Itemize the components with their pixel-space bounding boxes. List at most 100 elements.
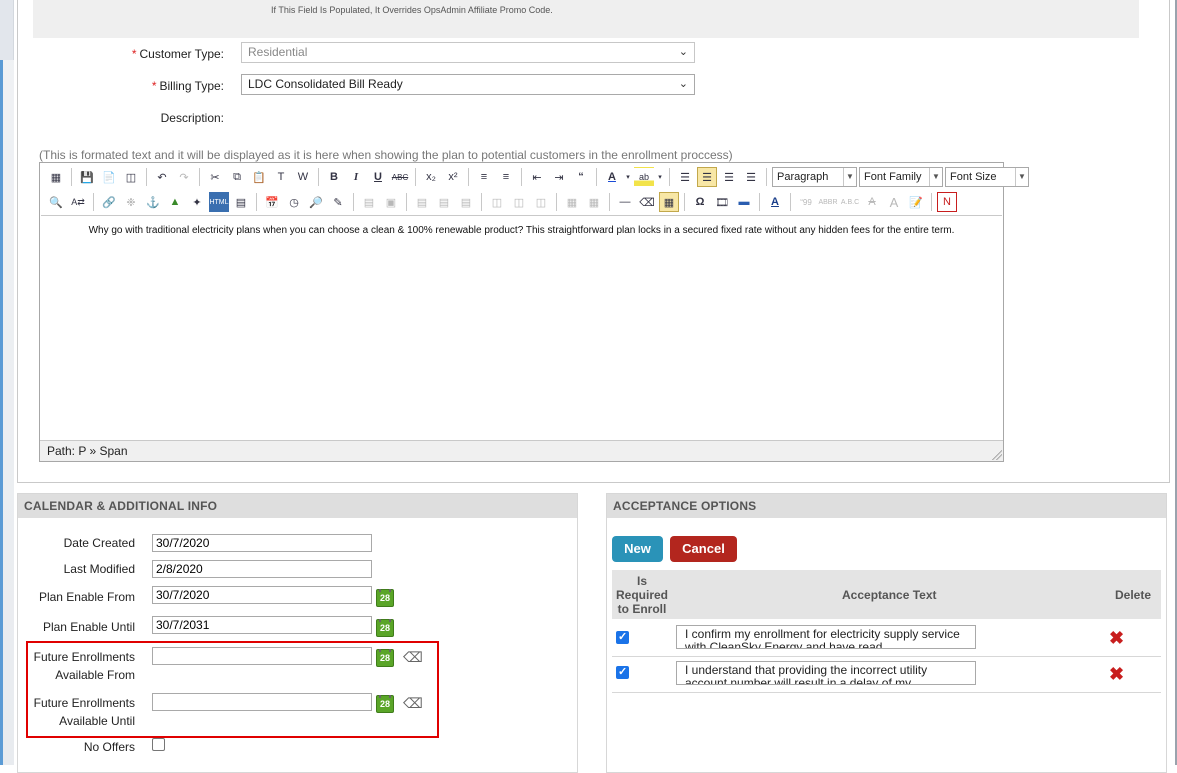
col-required-line-3: to Enroll [617, 602, 667, 616]
calendar-icon[interactable]: 28 [376, 695, 394, 713]
insertion-icon[interactable]: A [884, 192, 904, 212]
abbreviation-icon[interactable]: ABBR [818, 192, 838, 212]
acceptance-text-field[interactable]: I understand that providing the incorrec… [676, 661, 976, 685]
deletion-icon[interactable]: A [862, 192, 882, 212]
dropdown-arrow-icon[interactable]: ▾ [656, 167, 664, 187]
horizontal-rule-icon[interactable]: — [615, 192, 635, 212]
superscript-icon[interactable]: x² [443, 167, 463, 187]
new-button[interactable]: New [612, 536, 663, 562]
customer-type-value: Residential [248, 45, 308, 59]
plan-enable-from-input[interactable] [152, 586, 372, 604]
insert-row-after-icon[interactable]: ▤ [434, 192, 454, 212]
insert-row-before-icon[interactable]: ▤ [412, 192, 432, 212]
no-offers-checkbox[interactable] [152, 738, 165, 751]
bold-icon[interactable]: B [324, 167, 344, 187]
remove-format-icon[interactable]: ⌫ [637, 192, 657, 212]
align-justify-icon[interactable]: ☰ [741, 167, 761, 187]
advanced-hr-icon[interactable]: ▬ [734, 192, 754, 212]
page-break-icon[interactable]: ▤ [231, 192, 251, 212]
media-icon[interactable]: 🎞 [712, 192, 732, 212]
align-right-icon[interactable]: ☰ [719, 167, 739, 187]
cleanup-icon[interactable]: ✦ [187, 192, 207, 212]
edit-css-icon[interactable]: ✎ [328, 192, 348, 212]
cancel-button[interactable]: Cancel [670, 536, 737, 562]
plan-enable-until-input[interactable] [152, 616, 372, 634]
billing-type-value: LDC Consolidated Bill Ready [248, 77, 403, 91]
future-from-input[interactable] [152, 647, 372, 665]
highlight-color-icon[interactable]: ab [634, 167, 654, 187]
date-created-input[interactable] [152, 534, 372, 552]
calendar-icon[interactable]: 28 [376, 619, 394, 637]
unlink-icon[interactable]: ❉ [121, 192, 141, 212]
font-color-icon[interactable]: A [602, 167, 622, 187]
format-select[interactable]: Paragraph ▼ [772, 167, 857, 187]
find-icon[interactable]: 🔍 [46, 192, 66, 212]
calendar-icon[interactable]: 28 [376, 649, 394, 667]
redo-icon[interactable]: ↷ [174, 167, 194, 187]
blockquote-icon[interactable]: “ [571, 167, 591, 187]
indent-icon[interactable]: ⇥ [549, 167, 569, 187]
undo-icon[interactable]: ↶ [152, 167, 172, 187]
insert-date-icon[interactable]: 📅 [262, 192, 282, 212]
resize-grip-icon[interactable] [992, 450, 1002, 460]
html-icon[interactable]: HTML [209, 192, 229, 212]
paste-icon[interactable]: 📋 [249, 167, 269, 187]
dropdown-arrow-icon[interactable]: ▾ [624, 167, 632, 187]
acronym-icon[interactable]: A.B.C [840, 192, 860, 212]
nonbreaking-icon[interactable]: N [937, 192, 957, 212]
eraser-icon[interactable]: ⌫ [403, 649, 423, 666]
font-family-select[interactable]: Font Family ▼ [859, 167, 943, 187]
required-checkbox[interactable] [616, 665, 629, 679]
eraser-icon[interactable]: ⌫ [403, 695, 423, 712]
attributes-icon[interactable]: 📝 [906, 192, 926, 212]
image-icon[interactable]: ▲ [165, 192, 185, 212]
underline-icon[interactable]: U [368, 167, 388, 187]
strikethrough-icon[interactable]: ABC [390, 167, 410, 187]
save-icon[interactable]: 💾 [77, 167, 97, 187]
required-checkbox[interactable] [616, 630, 629, 644]
delete-icon[interactable]: ✖ [1109, 628, 1124, 649]
delete-icon[interactable]: ✖ [1109, 664, 1124, 685]
table-cell-props-icon[interactable]: ▣ [381, 192, 401, 212]
special-char-icon[interactable]: Ω [690, 192, 710, 212]
italic-icon[interactable]: I [346, 167, 366, 187]
cut-icon[interactable]: ✂ [205, 167, 225, 187]
future-until-input[interactable] [152, 693, 372, 711]
billing-type-select[interactable]: LDC Consolidated Bill Ready ⌄ [241, 74, 695, 95]
insert-col-before-icon[interactable]: ◫ [487, 192, 507, 212]
bullet-list-icon[interactable]: ≡ [474, 167, 494, 187]
insert-time-icon[interactable]: ◷ [284, 192, 304, 212]
customer-type-select[interactable]: Residential ⌄ [241, 42, 695, 63]
replace-icon[interactable]: A⇄ [68, 192, 88, 212]
align-left-icon[interactable]: ☰ [675, 167, 695, 187]
style-props-icon[interactable]: A [765, 192, 785, 212]
numbered-list-icon[interactable]: ≡ [496, 167, 516, 187]
editor-content[interactable]: Why go with traditional electricity plan… [41, 215, 1002, 441]
paste-word-icon[interactable]: W [293, 167, 313, 187]
delete-col-icon[interactable]: ◫ [531, 192, 551, 212]
preview-icon[interactable]: ◫ [121, 167, 141, 187]
visual-aid-icon[interactable]: ▦ [659, 192, 679, 212]
preview-zoom-icon[interactable]: 🔎 [306, 192, 326, 212]
outdent-icon[interactable]: ⇤ [527, 167, 547, 187]
subscript-icon[interactable]: x₂ [421, 167, 441, 187]
insert-col-after-icon[interactable]: ◫ [509, 192, 529, 212]
link-icon[interactable]: 🔗 [99, 192, 119, 212]
new-document-icon[interactable]: 📄 [99, 167, 119, 187]
last-modified-input[interactable] [152, 560, 372, 578]
font-size-select[interactable]: Font Size ▼ [945, 167, 1029, 187]
copy-icon[interactable]: ⧉ [227, 167, 247, 187]
split-cells-icon[interactable]: ▦ [562, 192, 582, 212]
fullscreen-icon[interactable]: ▦ [46, 167, 66, 187]
future-until-label-line-2: Available Until [59, 714, 135, 728]
toolbar-separator [684, 193, 685, 211]
cite-icon[interactable]: “99 [796, 192, 816, 212]
calendar-icon[interactable]: 28 [376, 589, 394, 607]
table-row-props-icon[interactable]: ▤ [359, 192, 379, 212]
delete-row-icon[interactable]: ▤ [456, 192, 476, 212]
acceptance-text-field[interactable]: I confirm my enrollment for electricity … [676, 625, 976, 649]
anchor-icon[interactable]: ⚓ [143, 192, 163, 212]
paste-text-icon[interactable]: T [271, 167, 291, 187]
merge-cells-icon[interactable]: ▦ [584, 192, 604, 212]
align-center-icon[interactable]: ☰ [697, 167, 717, 187]
